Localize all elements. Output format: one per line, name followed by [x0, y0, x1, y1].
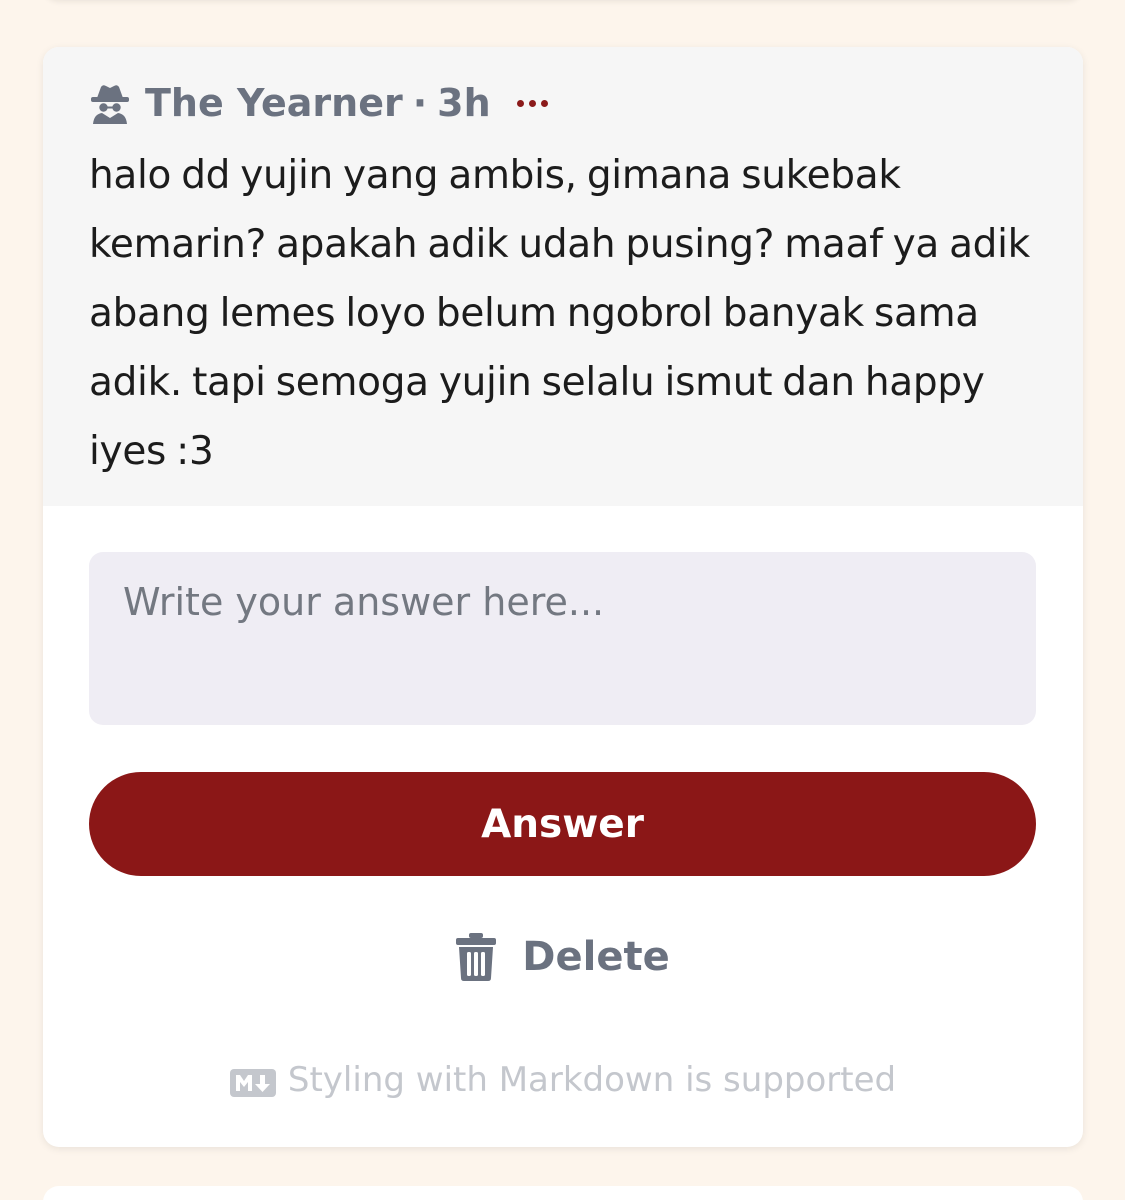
delete-label: Delete — [522, 934, 670, 980]
answer-form: Answer Delete — [43, 506, 1083, 1100]
more-options-icon[interactable] — [513, 92, 552, 115]
markdown-icon — [229, 1066, 276, 1097]
question-text: halo dd yujin yang ambis, gimana sukebak… — [89, 153, 1030, 474]
next-card — [43, 1186, 1083, 1200]
author-name: The Yearner — [145, 81, 403, 125]
answer-input[interactable] — [89, 552, 1036, 725]
trash-icon — [456, 933, 497, 981]
markdown-note-text: Styling with Markdown is supported — [287, 1060, 897, 1100]
question-section: The Yearner · 3h halo dd yujin yang ambi… — [43, 47, 1083, 506]
delete-button[interactable]: Delete — [456, 922, 670, 992]
answer-button[interactable]: Answer — [89, 772, 1036, 876]
post-time: 3h — [437, 81, 491, 125]
question-meta: The Yearner · 3h — [89, 75, 1037, 131]
markdown-note: Styling with Markdown is supported — [89, 1060, 1037, 1100]
detective-icon — [89, 82, 131, 124]
question-card: The Yearner · 3h halo dd yujin yang ambi… — [43, 47, 1083, 1147]
meta-separator: · — [412, 81, 428, 125]
